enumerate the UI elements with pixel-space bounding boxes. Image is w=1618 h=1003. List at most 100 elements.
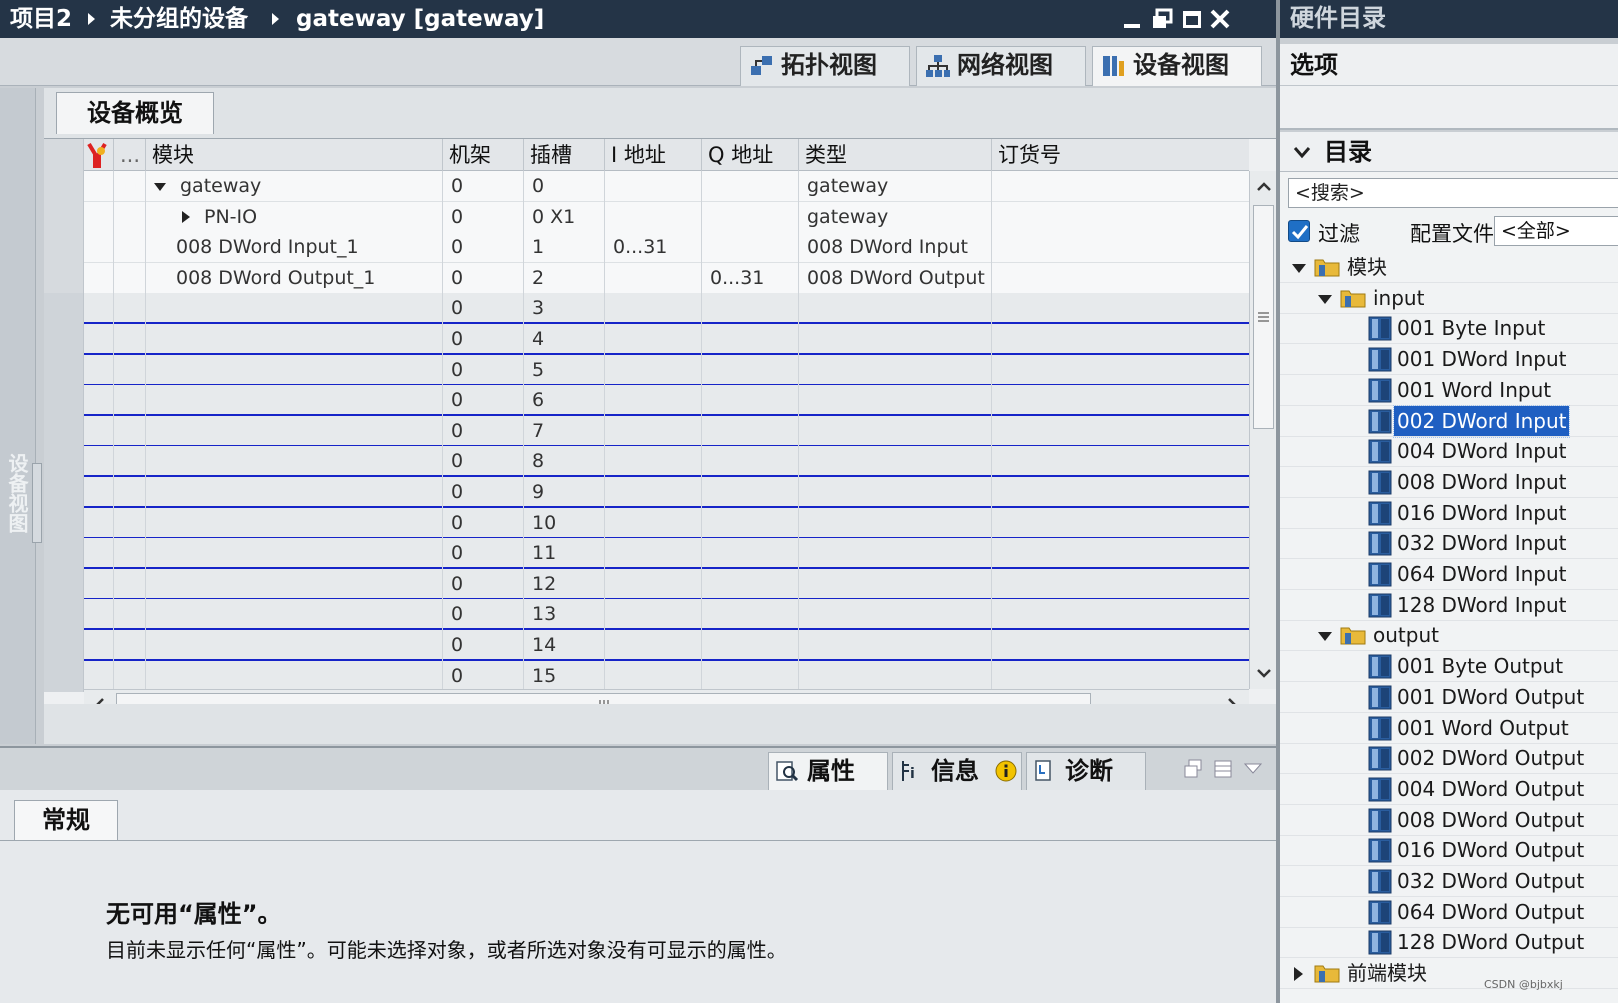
row-gutter[interactable] [44, 354, 84, 386]
tab-info[interactable]: i 信息 [892, 752, 1022, 790]
horizontal-scrollbar[interactable] [84, 689, 1249, 704]
table-row[interactable]: 0 12 [44, 568, 1249, 600]
tree-item-output[interactable]: 001 DWord Output [1280, 682, 1618, 713]
tree-folder-frontend-modules[interactable]: 前端模块 [1280, 958, 1618, 989]
tab-general[interactable]: 常规 [14, 800, 118, 840]
scroll-down-icon[interactable] [1252, 661, 1276, 685]
collapse-arrow-icon[interactable] [1318, 294, 1332, 304]
table-row[interactable]: 0 14 [44, 630, 1249, 661]
row-gutter[interactable] [44, 630, 84, 661]
header-slot[interactable]: 插槽 [524, 139, 605, 171]
row-gutter[interactable] [44, 171, 84, 202]
breadcrumb-project[interactable]: 项目2 [10, 0, 72, 38]
table-row[interactable]: 08 [44, 446, 1249, 478]
cell-module[interactable]: 008 DWord Output_1 [146, 262, 443, 294]
cell-module[interactable] [146, 446, 443, 478]
cell-module[interactable]: 008 DWord Input_1 [146, 232, 443, 264]
tree-item-output[interactable]: 008 DWord Output [1280, 805, 1618, 836]
breadcrumb-ungrouped-devices[interactable]: 未分组的设备 [110, 0, 248, 38]
cell-module[interactable] [146, 599, 443, 631]
table-row[interactable]: 008 DWord Output_1 0 2 0...31 008 DWord Outp… [44, 262, 1249, 294]
scroll-up-icon[interactable] [1252, 175, 1276, 199]
tree-item-input[interactable]: 002 DWord Input [1280, 404, 1618, 438]
tree-item-input[interactable]: 001 DWord Input [1280, 344, 1618, 375]
tab-diagnostics[interactable]: 诊断 [1026, 752, 1146, 790]
tab-device-view[interactable]: 设备视图 [1092, 46, 1262, 86]
header-q-address[interactable]: Q 地址 [702, 139, 799, 171]
table-row[interactable]: 0 10 [44, 507, 1249, 539]
tree-item-output[interactable]: 004 DWord Output [1280, 774, 1618, 805]
cell-module[interactable] [146, 324, 443, 355]
panel-menu-chevron-icon[interactable] [1242, 760, 1264, 778]
tree-item-input[interactable]: 032 DWord Input [1280, 528, 1618, 559]
options-section-header[interactable]: 选项 [1280, 44, 1618, 86]
tree-item-output[interactable]: 064 DWord Output [1280, 897, 1618, 928]
row-gutter[interactable] [44, 262, 84, 294]
tree-folder-modules[interactable]: 模块 [1280, 252, 1618, 283]
row-gutter[interactable] [44, 385, 84, 417]
cell-module[interactable]: PN-IO [146, 201, 443, 233]
cell-module[interactable] [146, 293, 443, 325]
row-gutter[interactable] [44, 507, 84, 539]
row-gutter[interactable] [44, 201, 84, 233]
header-rack[interactable]: 机架 [443, 139, 524, 171]
table-row[interactable]: 05 [44, 354, 1249, 386]
tree-item-output[interactable]: 001 Byte Output [1280, 651, 1618, 682]
cell-module[interactable]: gateway [146, 171, 443, 202]
chevron-down-icon[interactable] [1292, 142, 1312, 162]
row-gutter[interactable] [44, 599, 84, 631]
cell-module[interactable] [146, 630, 443, 661]
row-gutter[interactable] [44, 538, 84, 570]
table-row[interactable]: 008 DWord Input_1 0 1 0...31 008 DWord Input [44, 232, 1249, 264]
tree-item-input[interactable]: 001 Byte Input [1280, 313, 1618, 344]
table-row[interactable]: 07 [44, 415, 1249, 447]
float-window-icon[interactable] [1150, 7, 1174, 31]
minimize-icon[interactable] [1120, 7, 1144, 31]
header-order-number[interactable]: 订货号 [992, 139, 1249, 171]
table-row[interactable]: 06 [44, 385, 1249, 417]
row-gutter[interactable] [44, 415, 84, 447]
table-row[interactable]: PN-IO 0 0 X1 gateway [44, 201, 1249, 233]
cell-module[interactable] [146, 415, 443, 447]
cell-module[interactable] [146, 477, 443, 508]
table-row[interactable]: 09 [44, 477, 1249, 508]
row-gutter[interactable] [44, 446, 84, 478]
table-row[interactable]: gateway 0 0 gateway [44, 171, 1249, 202]
tab-network-view[interactable]: 网络视图 [916, 46, 1086, 86]
tab-properties[interactable]: 属性 [768, 752, 888, 790]
cell-module[interactable] [146, 568, 443, 600]
tree-item-input[interactable]: 016 DWord Input [1280, 498, 1618, 529]
tree-item-output[interactable]: 001 Word Output [1280, 713, 1618, 744]
row-gutter[interactable] [44, 568, 84, 600]
table-row[interactable]: 03 [44, 293, 1249, 325]
scroll-left-icon[interactable] [88, 693, 112, 704]
cell-module[interactable] [146, 385, 443, 417]
profile-select[interactable]: <全部> [1494, 216, 1618, 246]
tree-item-input[interactable]: 064 DWord Input [1280, 559, 1618, 590]
tree-folder-output[interactable]: output [1280, 620, 1618, 651]
float-panel-icon[interactable] [1182, 758, 1204, 780]
collapse-arrow-icon[interactable] [154, 182, 166, 191]
cell-module[interactable] [146, 660, 443, 692]
tree-item-input[interactable]: 004 DWord Input [1280, 436, 1618, 467]
row-gutter[interactable] [44, 660, 84, 692]
filter-checkbox[interactable] [1288, 220, 1310, 242]
expand-arrow-icon[interactable] [182, 211, 190, 224]
tree-item-output[interactable]: 032 DWord Output [1280, 866, 1618, 897]
scroll-right-icon[interactable] [1220, 693, 1244, 704]
row-gutter[interactable] [44, 324, 84, 355]
row-gutter[interactable] [44, 232, 84, 264]
tab-topology-view[interactable]: 拓扑视图 [740, 46, 910, 86]
table-row[interactable]: 0 15 [44, 660, 1249, 692]
tree-item-input[interactable]: 008 DWord Input [1280, 467, 1618, 498]
tree-folder-input[interactable]: input [1280, 283, 1618, 314]
breadcrumb-device[interactable]: gateway [gateway] [296, 0, 544, 38]
tree-item-input[interactable]: 001 Word Input [1280, 375, 1618, 406]
tree-item-output[interactable]: 002 DWord Output [1280, 743, 1618, 774]
close-icon[interactable] [1208, 7, 1232, 31]
cell-module[interactable] [146, 507, 443, 539]
vertical-scrollbar[interactable] [1249, 171, 1276, 689]
collapse-handle[interactable] [32, 463, 42, 543]
header-i-address[interactable]: I 地址 [605, 139, 702, 171]
cell-module[interactable] [146, 538, 443, 570]
